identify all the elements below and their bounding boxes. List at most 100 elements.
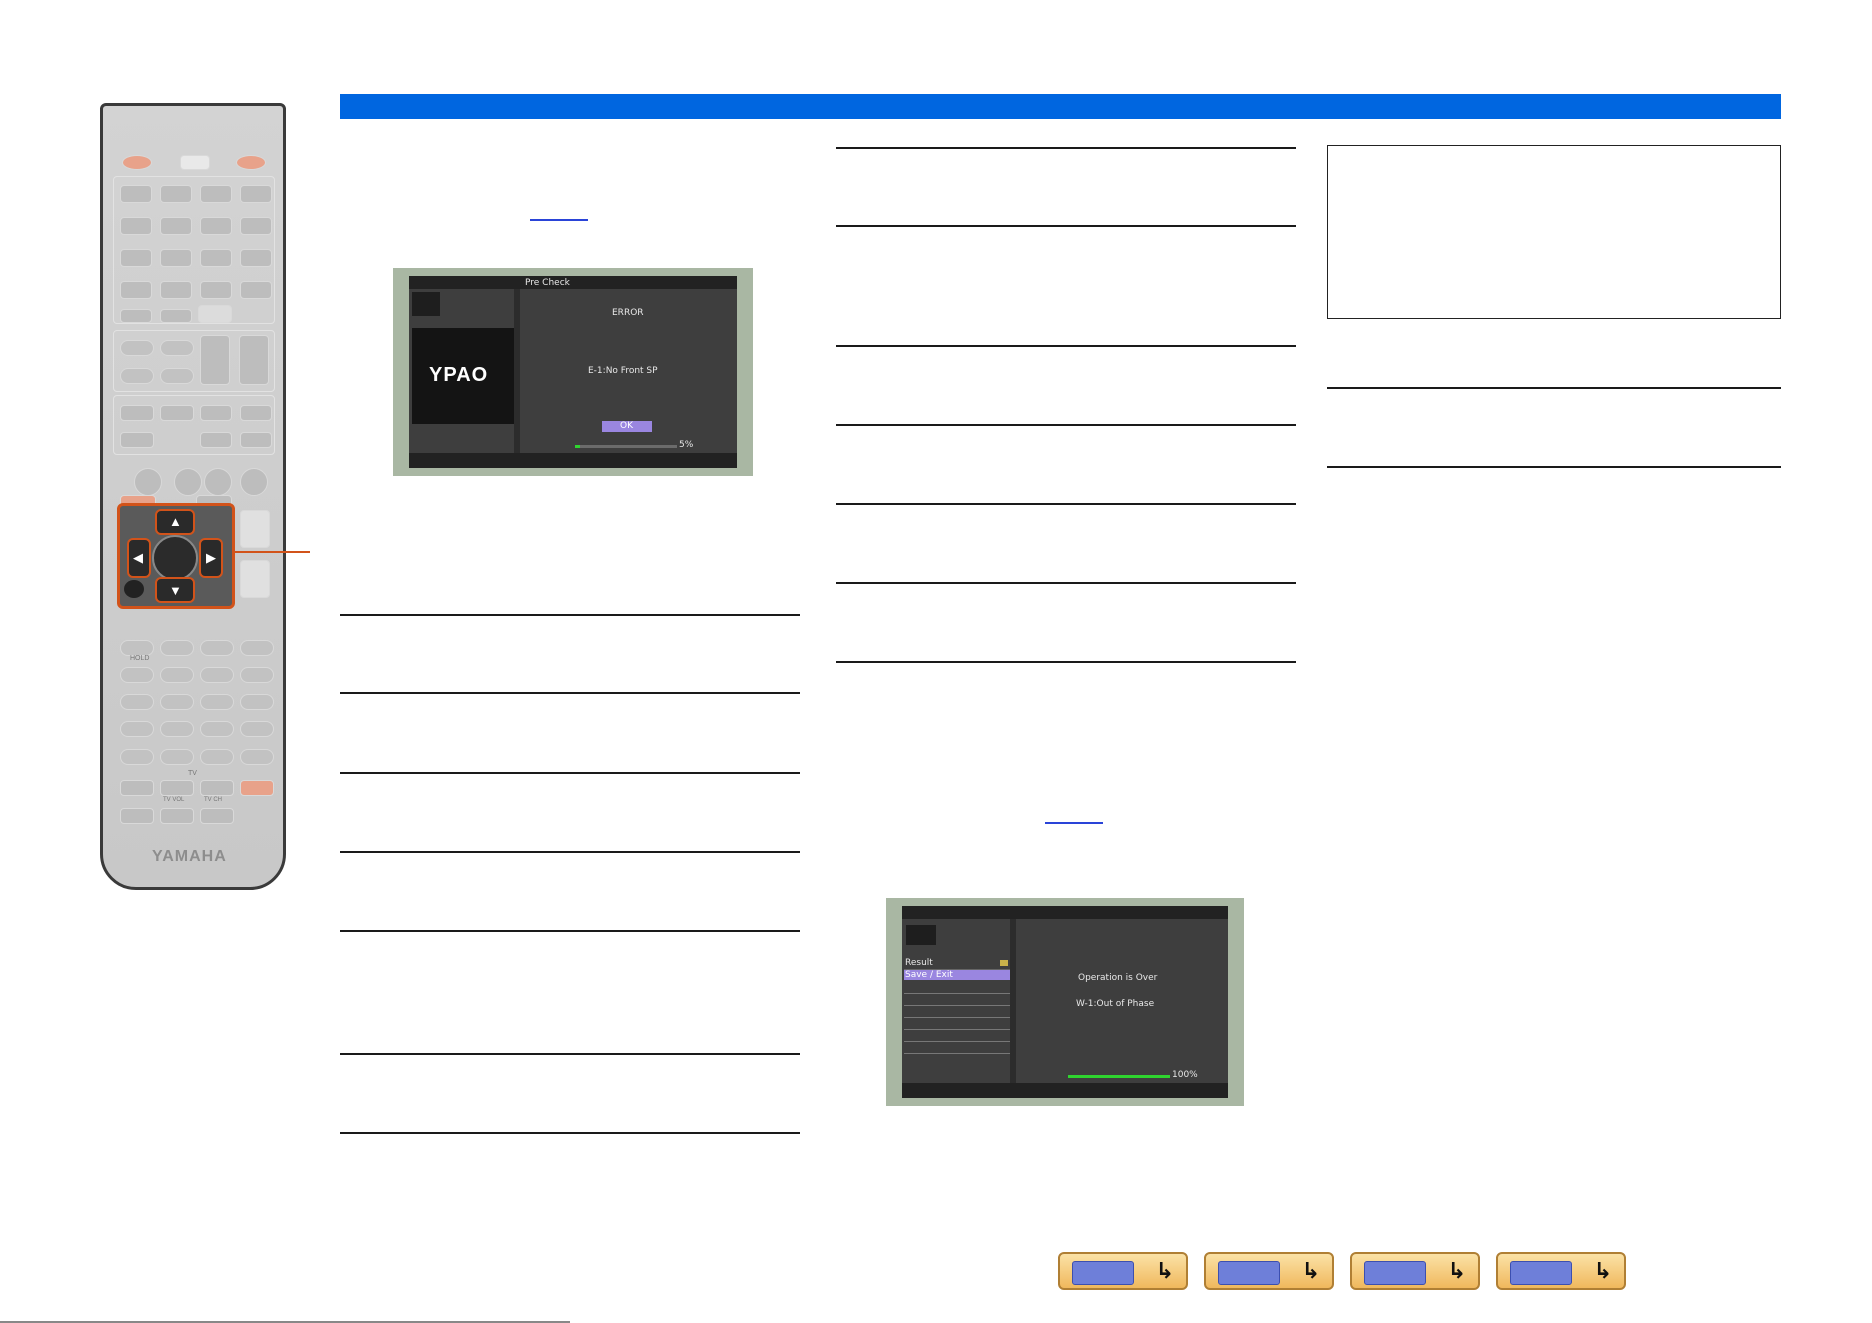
remote-pause-button — [200, 640, 234, 656]
remote-button — [120, 309, 152, 323]
tv-ch-label: TV CH — [204, 797, 222, 803]
remote-button — [204, 468, 232, 496]
error-message: E-1:No Front SP — [588, 366, 658, 376]
section-rule — [1327, 466, 1781, 468]
section-rule — [836, 582, 1296, 584]
page-link[interactable] — [530, 219, 588, 221]
remote-source-button — [180, 155, 210, 170]
ok-button[interactable]: OK — [602, 421, 652, 432]
section-rule — [836, 503, 1296, 505]
menu-tree-icon — [1364, 1261, 1426, 1285]
section-rule — [340, 614, 800, 616]
yamaha-logo: YAMAHA — [152, 848, 227, 865]
remote-button — [200, 217, 232, 235]
osd-title: Pre Check — [525, 278, 570, 288]
remote-button — [240, 667, 274, 683]
remote-tv-vol-up-button — [160, 780, 194, 796]
arrow-up-icon: ▲ — [169, 514, 182, 529]
remote-stop-button — [160, 640, 194, 656]
ypao-mic-icon — [412, 292, 440, 316]
remote-tv-power-button — [240, 780, 274, 796]
cursor-enter-button — [152, 535, 198, 581]
remote-volume-up-button — [240, 510, 270, 548]
nav-rear-panel-button[interactable]: ↳ — [1204, 1252, 1334, 1290]
status-message: Operation is Over — [1078, 973, 1158, 983]
nav-front-panel-button[interactable]: ↳ — [1058, 1252, 1188, 1290]
remote-button — [240, 217, 272, 235]
menu-item[interactable]: Result — [904, 958, 1010, 970]
remote-page-up-down — [239, 335, 269, 385]
remote-button — [120, 185, 152, 203]
menu-item-label: Result — [905, 958, 933, 968]
remote-tv-input-button — [120, 780, 154, 796]
section-rule — [836, 147, 1296, 149]
return-arrow-icon: ↳ — [1593, 1258, 1612, 1283]
arrow-left-icon: ◀ — [133, 550, 143, 565]
remote-button — [240, 185, 272, 203]
remote-button — [160, 405, 194, 421]
osd-screen-result: Result Save / Exit Operation is Over W-1… — [886, 898, 1244, 1106]
return-arrow-icon: ↳ — [1155, 1258, 1174, 1283]
remote-button — [120, 281, 152, 299]
remote-button — [160, 249, 192, 267]
menu-item-label: Save / Exit — [905, 970, 953, 980]
progress-label: 5% — [679, 440, 694, 450]
cursor-right-button: ▶ — [199, 538, 223, 578]
error-label: ERROR — [612, 308, 644, 318]
remote-button — [160, 185, 192, 203]
page-link[interactable] — [1045, 822, 1103, 824]
remote-button — [160, 217, 192, 235]
section-header-bar — [340, 94, 1781, 119]
remote-button — [240, 694, 274, 710]
remote-button — [200, 749, 234, 765]
remote-button — [160, 667, 194, 683]
menu-empty-rows — [904, 982, 1010, 1058]
remote-button — [200, 281, 232, 299]
remote-button — [240, 432, 272, 448]
remote-button — [160, 309, 192, 323]
cursor-down-button: ▼ — [155, 577, 195, 603]
return-arrow-icon: ↳ — [1301, 1258, 1320, 1283]
remote-button — [160, 340, 194, 356]
return-button — [124, 580, 144, 598]
remote-button — [200, 185, 232, 203]
arrow-down-icon: ▼ — [169, 583, 182, 598]
nav-remote-button[interactable]: ↳ — [1496, 1252, 1626, 1290]
remote-button — [120, 405, 154, 421]
warning-message: W-1:Out of Phase — [1076, 999, 1155, 1009]
section-rule — [340, 1132, 800, 1134]
section-rule — [340, 851, 800, 853]
remote-button — [120, 217, 152, 235]
remote-button — [120, 432, 154, 448]
osd-screen-precheck: Pre Check YPAO ERROR E-1:No Front SP OK … — [393, 268, 753, 476]
remote-button — [198, 305, 232, 323]
hold-label: HOLD — [130, 655, 150, 662]
remote-button — [200, 432, 232, 448]
ok-button-label: OK — [620, 421, 633, 431]
remote-button — [200, 721, 234, 737]
receiver-front-icon — [1072, 1261, 1134, 1285]
remote-button — [160, 694, 194, 710]
section-rule — [340, 1053, 800, 1055]
remote-button — [160, 749, 194, 765]
tv-vol-label: TV VOL — [163, 797, 185, 803]
remote-button — [160, 281, 192, 299]
remote-button — [160, 721, 194, 737]
ypao-mic-icon — [906, 925, 936, 945]
folder-icon — [1000, 960, 1008, 966]
progress-fill — [575, 445, 581, 448]
callout-line — [232, 551, 310, 553]
nav-menu-button[interactable]: ↳ — [1350, 1252, 1480, 1290]
section-rule — [340, 772, 800, 774]
osd-bottom-bar — [902, 1083, 1228, 1098]
ypao-logo: YPAO — [429, 364, 489, 386]
remote-icon — [1510, 1261, 1572, 1285]
arrow-right-icon: ▶ — [206, 550, 216, 565]
menu-item-selected[interactable]: Save / Exit — [904, 970, 1010, 980]
remote-button — [240, 721, 274, 737]
remote-button — [200, 249, 232, 267]
remote-button — [120, 667, 154, 683]
remote-power-button — [122, 155, 152, 170]
progress-fill — [1068, 1075, 1170, 1078]
remote-button — [200, 694, 234, 710]
